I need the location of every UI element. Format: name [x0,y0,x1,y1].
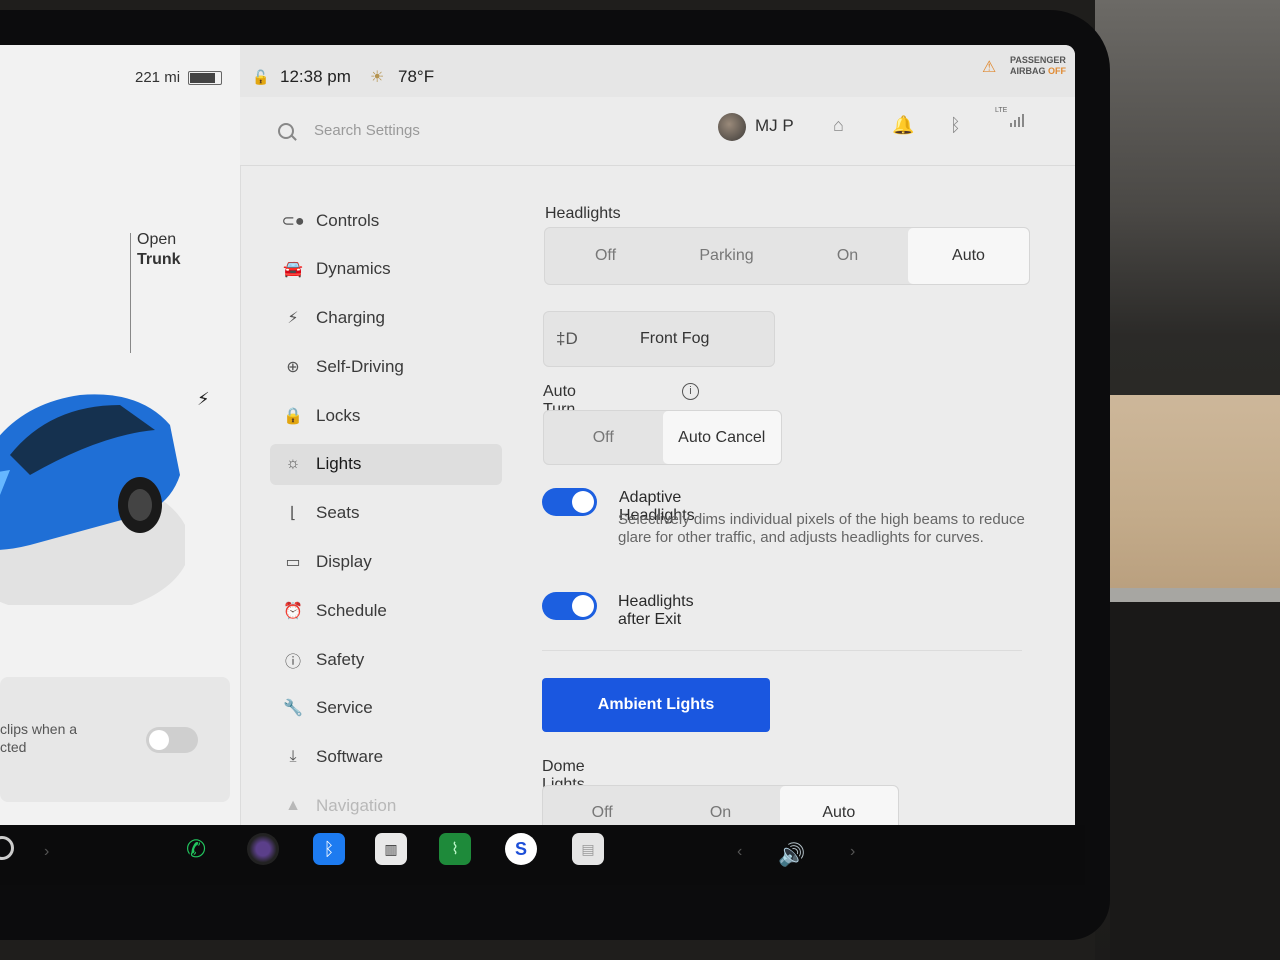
headlights-after-exit-toggle[interactable] [542,592,597,620]
nav-item-self-driving[interactable]: ⊕ Self-Driving [270,346,502,387]
clock: 12:38 pm [280,67,351,86]
camera-icon[interactable] [247,833,279,865]
front-fog-label: Front Fog [640,330,710,347]
auto-turn-option-off[interactable]: Off [544,411,663,464]
auto-turn-signals-selector: Off Auto Cancel [543,410,782,465]
open-trunk-button[interactable]: Open Trunk [137,230,181,270]
nav-item-controls[interactable]: ⊂● Controls [270,200,502,241]
toybox-icon[interactable]: ▥ [375,833,407,865]
taskbar [0,825,1085,885]
status-bar: 🔓 12:38 pm ☀ 78°F ⚠ PASSENGER AIRBAG OFF [240,45,1075,97]
front-fog-button[interactable]: ‡D Front Fog [543,311,775,367]
wrench-icon: 🔧 [283,700,303,718]
outside-temperature: 78°F [398,67,435,86]
charge-port-bolt-icon[interactable]: ⚡ [197,389,210,410]
nav-item-lights[interactable]: ☼ Lights [270,443,502,485]
dashcam-toggle[interactable] [146,727,198,753]
passenger-airbag-icon: ⚠ [982,59,997,76]
headlights-after-exit-title: Headlights after Exit [618,593,694,628]
nav-item-dynamics[interactable]: 🚘 Dynamics [270,249,502,290]
search-input[interactable] [312,121,556,140]
headlights-selector: Off Parking On Auto [544,227,1030,285]
seat-icon: ⌊ [289,505,297,523]
nav-item-display[interactable]: ▭ Display [270,542,502,583]
battery-icon [188,71,222,85]
bell-icon[interactable]: 🔔 [892,115,914,136]
battery-range: 221 mi [135,69,181,86]
headlights-option-on[interactable]: On [787,228,908,284]
trunk-pointer-line [130,233,131,353]
nav-item-schedule[interactable]: ⏰ Schedule [270,590,502,631]
spotify-s-icon[interactable]: S [505,833,537,865]
nav-item-locks[interactable]: 🔒 Locks [270,395,502,436]
adaptive-headlights-description: Selectively dims individual pixels of th… [618,511,1025,546]
headlights-option-off[interactable]: Off [545,228,666,284]
download-icon: ⤓ [289,748,297,766]
dashcam-card-text: clips when a cted [0,721,78,755]
nav-item-navigation[interactable]: ▲ Navigation [270,786,502,825]
nav-item-safety[interactable]: ⓘ Safety [270,639,502,680]
dome-option-on[interactable]: On [661,786,779,825]
chevron-right-icon[interactable]: › [44,843,49,861]
chevron-right-volume-icon[interactable]: › [850,843,855,861]
nav-item-seats[interactable]: ⌊ Seats [270,493,502,534]
auto-turn-option-auto-cancel[interactable]: Auto Cancel [662,411,781,464]
signal-icon [1010,111,1026,127]
info-icon[interactable]: i [682,383,699,400]
ambient-lights-button[interactable]: Ambient Lights [542,678,770,732]
passenger-airbag-status: PASSENGER AIRBAG OFF [1010,55,1067,76]
bluetooth-app-icon[interactable]: ᛒ [313,833,345,865]
toggle-icon: ⊂● [281,212,305,230]
silver-trim [1110,588,1280,602]
navigation-arrow-icon: ▲ [285,797,301,815]
lte-label: LTE [995,107,1008,114]
trunk-label-line1: Open [137,231,177,248]
nav-item-charging[interactable]: ⚡ Charging [270,298,502,339]
headlights-option-auto[interactable]: Auto [908,228,1029,284]
alert-circle-icon: ⓘ [284,653,301,671]
profile-name[interactable]: MJ P [755,116,794,136]
sun-icon: ☼ [285,455,301,473]
chevron-left-icon[interactable]: ‹ [737,843,742,861]
settings-header: MJ P ⌂ 🔔 ᛒ LTE [240,97,1075,166]
settings-nav: ⊂● Controls 🚘 Dynamics ⚡ Charging ⊕ Self-Dri… [270,200,502,825]
dome-lights-selector: Off On Auto [542,785,899,825]
nav-item-software[interactable]: ⤓ Software [270,737,502,778]
headlights-option-parking[interactable]: Parking [666,228,787,284]
bolt-icon: ⚡ [287,310,299,328]
energy-graph-icon[interactable]: ⌇ [439,833,471,865]
dashboard [1110,602,1280,960]
display-icon: ▭ [285,554,301,572]
car-panel: 221 mi Open Trunk ⚡ clips when a cted [0,45,241,825]
divider [542,650,1022,651]
unlock-icon[interactable]: 🔓 [252,69,269,86]
dome-option-off[interactable]: Off [543,786,661,825]
phone-icon[interactable]: ✆ [180,833,212,865]
search-icon [278,123,294,139]
dome-option-auto[interactable]: Auto [779,786,898,825]
bluetooth-icon[interactable]: ᛒ [950,115,961,136]
car-image[interactable] [0,345,185,605]
trunk-label-line2: Trunk [137,251,181,268]
volume-icon[interactable]: 🔊 [778,842,805,868]
fog-light-icon: ‡D [556,329,578,348]
lock-icon: 🔒 [283,407,303,425]
alarm-clock-icon: ⏰ [283,602,303,620]
headlights-title: Headlights [545,205,621,222]
weather-icon: ☀ [370,69,385,86]
nav-item-service[interactable]: 🔧 Service [270,688,502,729]
adaptive-headlights-toggle[interactable] [542,488,597,516]
wood-trim [1110,395,1280,595]
steering-wheel-icon: ⊕ [286,358,300,376]
glovebox-icon[interactable]: ▤ [572,833,604,865]
car-icon: 🚘 [283,261,303,279]
avatar[interactable] [718,113,746,141]
garage-icon[interactable]: ⌂ [833,115,844,136]
touchscreen: 221 mi Open Trunk ⚡ clips when a cted 🔓 … [0,45,1075,825]
